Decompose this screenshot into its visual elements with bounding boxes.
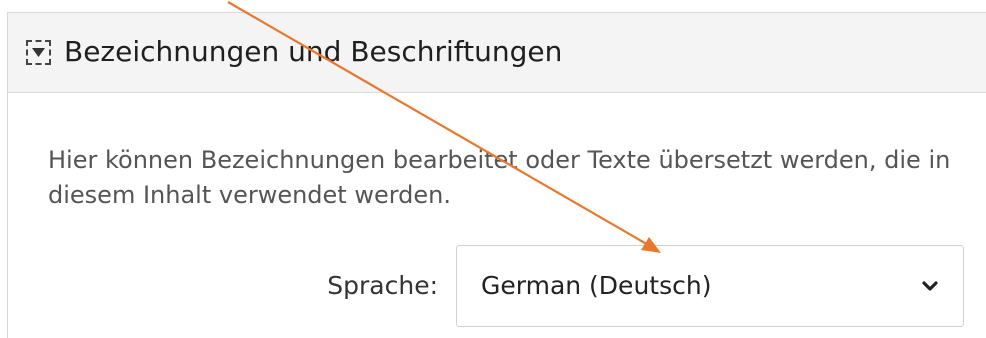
language-select-value: German (Deutsch)	[481, 271, 712, 300]
screenshot-stage: Bezeichnungen und Beschriftungen Hier kö…	[0, 0, 986, 338]
chevron-down-icon	[922, 278, 938, 297]
labels-panel: Bezeichnungen und Beschriftungen Hier kö…	[7, 12, 986, 338]
panel-header[interactable]: Bezeichnungen und Beschriftungen	[8, 13, 986, 93]
panel-description: Hier können Bezeichnungen bearbeitet ode…	[48, 146, 951, 209]
panel-title: Bezeichnungen und Beschriftungen	[64, 35, 563, 68]
language-select[interactable]: German (Deutsch)	[456, 245, 964, 327]
language-label: Sprache:	[327, 271, 438, 300]
triangle-down-icon[interactable]	[26, 40, 51, 65]
